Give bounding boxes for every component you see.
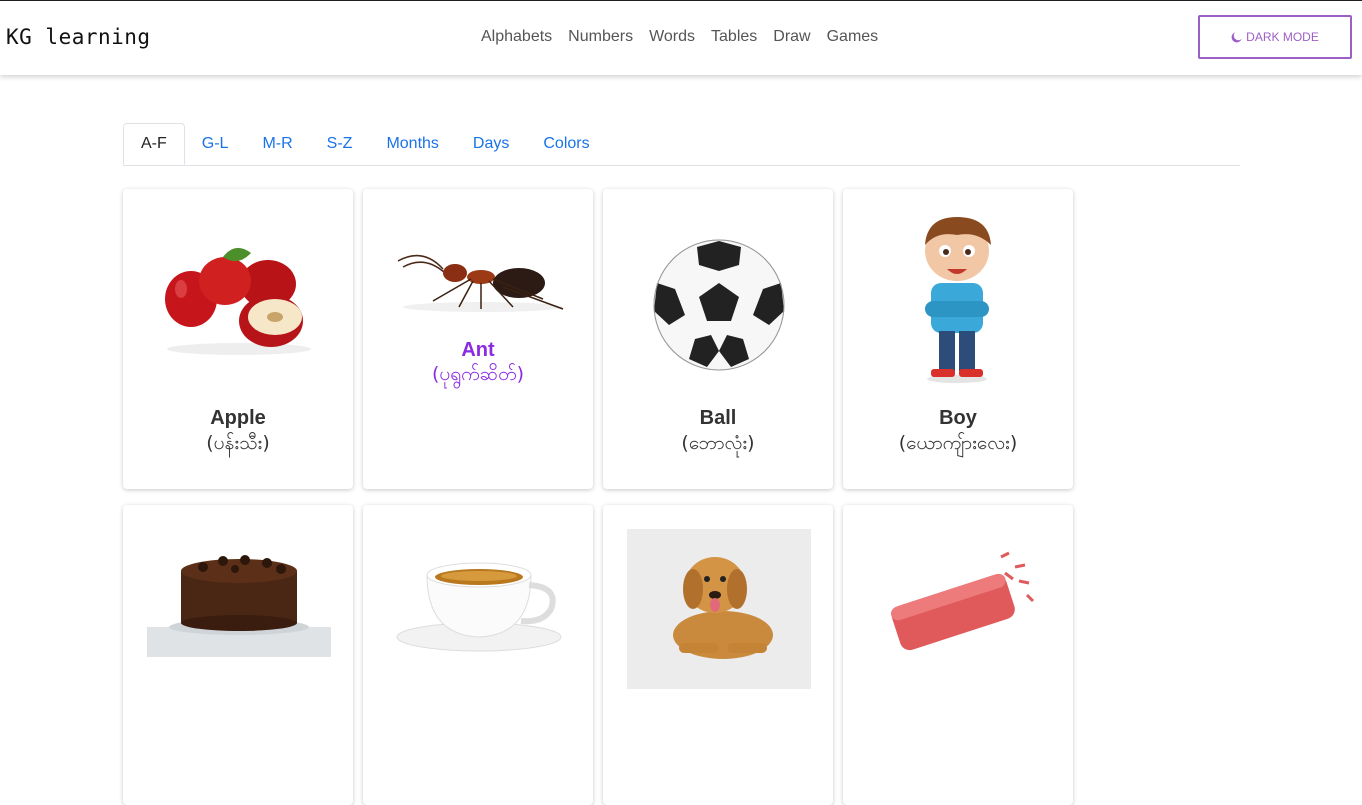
moon-icon (1231, 31, 1242, 42)
main-nav: Alphabets Numbers Words Tables Draw Game… (481, 28, 878, 46)
card-apple[interactable]: Apple (ပန်းသီး) (123, 189, 353, 489)
dark-mode-label: DARK MODE (1246, 30, 1319, 44)
nav-numbers[interactable]: Numbers (568, 28, 633, 46)
tab-g-l[interactable]: G-L (185, 123, 246, 164)
nav-games[interactable]: Games (827, 28, 879, 46)
card-word: Ant (461, 339, 495, 361)
top-navbar: KG learning Alphabets Numbers Words Tabl… (0, 1, 1362, 75)
nav-draw[interactable]: Draw (773, 28, 810, 46)
card-cup[interactable] (363, 505, 593, 805)
card-dog[interactable] (603, 505, 833, 805)
card-translation: (ယောကျ်ားလေး) (898, 432, 1018, 454)
tab-months[interactable]: Months (369, 123, 455, 164)
card-translation: (ပန်းသီး) (206, 432, 270, 454)
card-cake[interactable] (123, 505, 353, 805)
card-word: Boy (939, 407, 977, 429)
card-word: Apple (210, 407, 266, 429)
tab-days[interactable]: Days (456, 123, 526, 164)
category-tabs: A-F G-L M-R S-Z Months Days Colors (123, 123, 1240, 166)
brand-logo[interactable]: KG learning (6, 25, 151, 49)
tab-a-f[interactable]: A-F (123, 123, 185, 165)
tab-s-z[interactable]: S-Z (310, 123, 370, 164)
apple-icon (165, 247, 311, 355)
dog-icon (627, 529, 811, 689)
card-boy[interactable]: Boy (ယောကျ်ားလေး) (843, 189, 1073, 489)
nav-alphabets[interactable]: Alphabets (481, 28, 552, 46)
card-ball[interactable]: Ball (ဘောလုံး) (603, 189, 833, 489)
soccer-ball-icon (653, 239, 785, 371)
nav-tables[interactable]: Tables (711, 28, 757, 46)
coffee-cup-icon (396, 562, 562, 652)
nav-words[interactable]: Words (649, 28, 695, 46)
tab-colors[interactable]: Colors (526, 123, 606, 164)
card-translation: (ပုရွက်ဆိတ်) (431, 363, 525, 385)
card-translation: (ဘောလုံး) (681, 432, 755, 454)
card-ant[interactable]: Ant (ပုရွက်ဆိတ်) (363, 189, 593, 489)
tab-m-r[interactable]: M-R (245, 123, 309, 164)
card-eraser[interactable] (843, 505, 1073, 805)
cake-icon (147, 555, 331, 657)
dark-mode-button[interactable]: DARK MODE (1198, 15, 1352, 59)
card-word: Ball (699, 407, 737, 429)
eraser-icon (890, 551, 1035, 651)
boy-icon (925, 217, 991, 383)
